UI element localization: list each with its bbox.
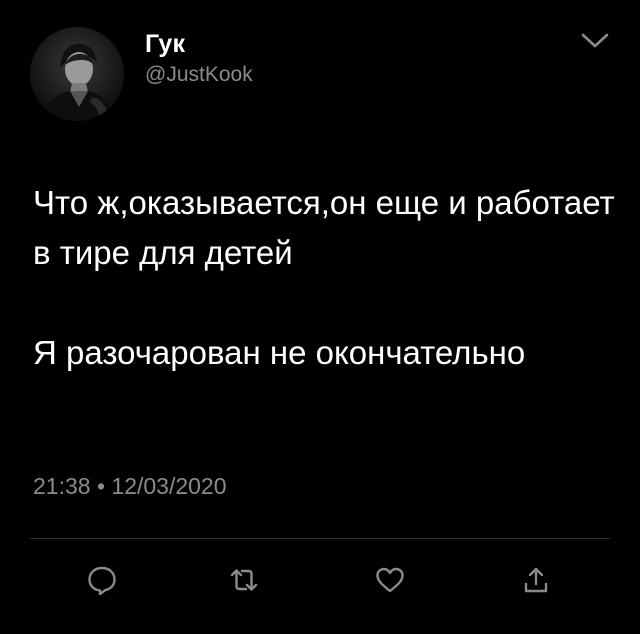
retweet-button[interactable] bbox=[226, 562, 262, 598]
avatar[interactable] bbox=[30, 27, 124, 121]
tweet-paragraph: Что ж,оказывается,он еще и работает в ти… bbox=[33, 184, 615, 271]
share-button[interactable] bbox=[518, 562, 554, 598]
display-name[interactable]: Гук bbox=[145, 30, 185, 59]
divider bbox=[30, 538, 610, 539]
tweet-date: 12/03/2020 bbox=[111, 473, 227, 499]
tweet-paragraph: Я разочарован не окончательно bbox=[33, 334, 526, 371]
tweet-timestamp[interactable]: 21:38 • 12/03/2020 bbox=[33, 473, 227, 500]
share-icon bbox=[524, 567, 548, 593]
reply-button[interactable] bbox=[84, 562, 120, 598]
tweet-card: Гук @JustKook Что ж,оказывается,он еще и… bbox=[0, 0, 640, 634]
retweet-icon bbox=[230, 569, 258, 591]
user-handle[interactable]: @JustKook bbox=[145, 63, 253, 87]
chevron-down-icon[interactable] bbox=[580, 30, 610, 52]
tweet-text: Что ж,оказывается,он еще и работает в ти… bbox=[33, 178, 623, 378]
heart-icon bbox=[376, 567, 404, 593]
action-bar bbox=[0, 555, 640, 605]
like-button[interactable] bbox=[372, 562, 408, 598]
tweet-time: 21:38 bbox=[33, 473, 91, 499]
reply-icon bbox=[88, 566, 116, 596]
meta-separator: • bbox=[96, 473, 106, 499]
avatar-image bbox=[30, 27, 124, 121]
